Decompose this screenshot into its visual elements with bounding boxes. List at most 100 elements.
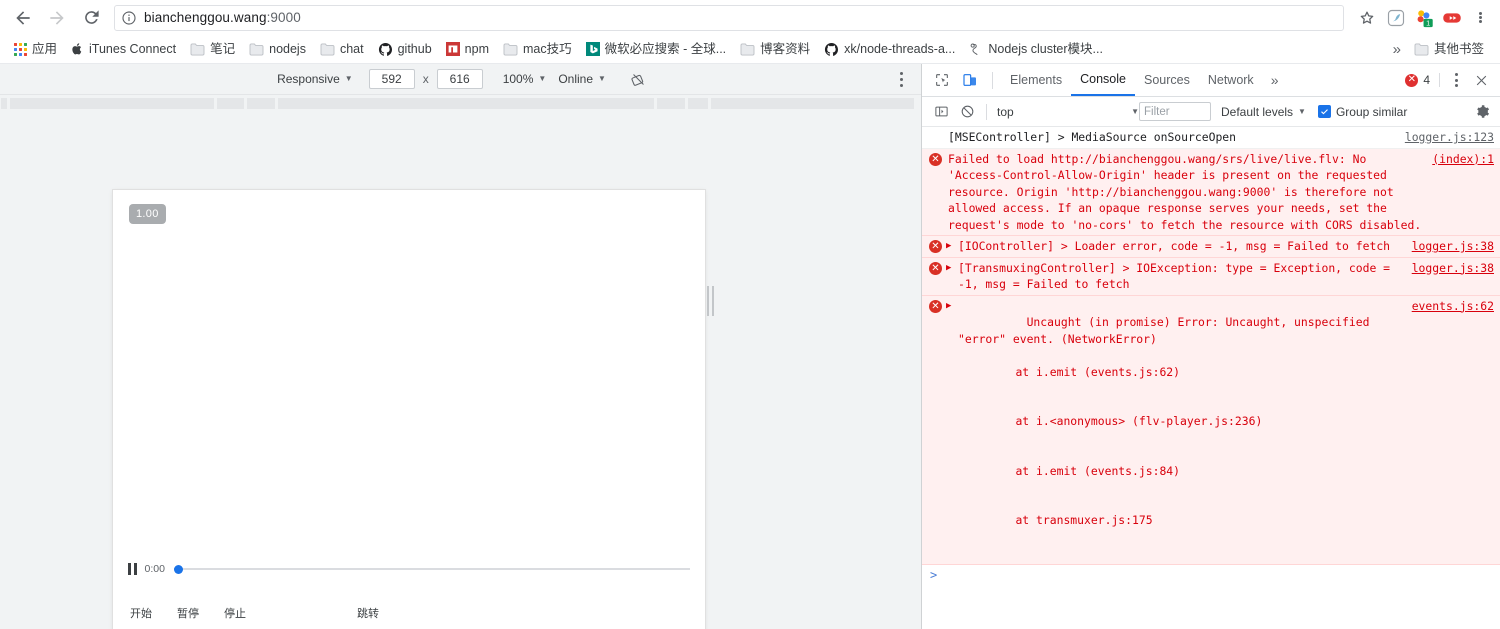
- more-tabs-button[interactable]: »: [1263, 72, 1287, 88]
- tab-label: Elements: [1010, 73, 1063, 87]
- tab-elements[interactable]: Elements: [1001, 64, 1071, 96]
- console-messages[interactable]: [MSEController] > MediaSource onSourceOp…: [922, 127, 1500, 629]
- console-message-text: Failed to load http://bianchenggou.wang/…: [948, 151, 1422, 232]
- group-similar-toggle[interactable]: Group similar: [1317, 105, 1407, 119]
- address-bar[interactable]: bianchenggou.wang:9000: [114, 4, 1344, 31]
- arrow-left-icon: [16, 10, 30, 25]
- seek-slider[interactable]: [173, 563, 690, 575]
- forward-button[interactable]: [40, 2, 74, 34]
- console-filter-input[interactable]: [1139, 102, 1211, 121]
- close-icon: [1476, 75, 1486, 85]
- device-viewport[interactable]: 1.00 0:00 开始 暂停 停止 跳转: [113, 190, 705, 629]
- devtools-close-button[interactable]: [1468, 67, 1494, 93]
- bookmark-item-nodejs[interactable]: nodejs: [243, 38, 312, 60]
- console-message-source[interactable]: logger.js:38: [1404, 260, 1494, 293]
- console-message-error-iocontroller[interactable]: ✕ ▶ [IOController] > Loader error, code …: [922, 236, 1500, 258]
- tab-sources[interactable]: Sources: [1135, 64, 1199, 96]
- console-levels-label: Default levels: [1221, 104, 1294, 119]
- address-bar-text: bianchenggou.wang:9000: [144, 10, 301, 25]
- bookmark-item-itunes-connect[interactable]: iTunes Connect: [65, 38, 182, 60]
- info-circle-icon[interactable]: [121, 10, 137, 26]
- console-message-source[interactable]: (index):1: [1424, 151, 1494, 234]
- bookmark-item-chat[interactable]: chat: [314, 38, 370, 60]
- tab-console[interactable]: Console: [1071, 64, 1135, 96]
- stack-frame[interactable]: at transmuxer.js:175: [958, 512, 1404, 529]
- chevron-down-icon: ▼: [1131, 106, 1139, 116]
- console-sidebar-button[interactable]: [928, 100, 954, 124]
- device-preset-select[interactable]: Responsive ▼: [271, 68, 359, 90]
- expand-arrow-icon[interactable]: ▶: [946, 261, 951, 275]
- stack-frame[interactable]: at i.<anonymous> (flv-player.js:236): [958, 413, 1404, 430]
- github-icon: [378, 42, 393, 57]
- bookmark-item-nodejs-cluster[interactable]: Nodejs cluster模块...: [963, 38, 1109, 60]
- stack-frame[interactable]: at i.emit (events.js:62): [958, 364, 1404, 381]
- media-query-ruler[interactable]: [0, 95, 921, 111]
- devtools-more-tools-button[interactable]: [1444, 67, 1468, 93]
- evernote-extension-icon[interactable]: [1382, 4, 1410, 32]
- browser-window: bianchenggou.wang:9000 1 应用 iTunes Conne…: [0, 0, 1500, 629]
- stop-button[interactable]: 停止: [222, 605, 248, 621]
- error-circle-icon: ✕: [929, 299, 942, 313]
- bookmark-item-bing[interactable]: 微软必应搜索 - 全球...: [580, 38, 733, 60]
- clear-console-button[interactable]: [954, 100, 980, 124]
- start-button[interactable]: 开始: [128, 605, 154, 621]
- error-count-badge[interactable]: ✕ 4: [1405, 73, 1440, 87]
- tab-label: Sources: [1143, 73, 1190, 87]
- console-context-select[interactable]: top ▼: [993, 105, 1139, 119]
- reload-button[interactable]: [74, 2, 108, 34]
- inspect-element-button[interactable]: [928, 67, 956, 93]
- expand-arrow-icon[interactable]: ▶: [946, 239, 951, 253]
- device-width-input[interactable]: 592: [368, 69, 415, 89]
- device-zoom-select[interactable]: 100% ▼: [497, 68, 553, 90]
- device-height-input[interactable]: 616: [436, 69, 483, 89]
- bookmark-apps[interactable]: 应用: [8, 38, 63, 60]
- bookmarks-overflow-button[interactable]: »: [1386, 41, 1408, 58]
- bookmark-other-bookmarks[interactable]: 其他书签: [1408, 38, 1490, 60]
- device-toolbar-more-button[interactable]: [891, 69, 911, 90]
- seek-button[interactable]: 跳转: [355, 605, 381, 621]
- bookmark-star-button[interactable]: [1352, 3, 1382, 33]
- bookmark-item-blog-materials[interactable]: 博客资料: [734, 38, 816, 60]
- tab-network[interactable]: Network: [1199, 64, 1263, 96]
- throttling-label: Online: [558, 72, 593, 86]
- bookmark-item-notes[interactable]: 笔记: [184, 38, 241, 60]
- balls-extension-icon[interactable]: 1: [1410, 4, 1438, 32]
- console-message-info[interactable]: [MSEController] > MediaSource onSourceOp…: [922, 127, 1500, 149]
- console-message-source[interactable]: logger.js:38: [1404, 238, 1494, 255]
- console-message-source[interactable]: events.js:62: [1404, 298, 1494, 562]
- player-button-row: 开始 暂停 停止 跳转: [113, 605, 705, 621]
- back-button[interactable]: [6, 2, 40, 34]
- clear-console-icon: [961, 105, 973, 118]
- console-levels-select[interactable]: Default levels ▼: [1221, 105, 1306, 119]
- console-message-text: [MSEController] > MediaSource onSourceOp…: [948, 130, 1237, 144]
- console-settings-button[interactable]: [1470, 100, 1494, 124]
- error-circle-icon: ✕: [929, 152, 942, 166]
- expand-arrow-icon[interactable]: ▶: [946, 299, 951, 313]
- video-downloader-extension-icon[interactable]: [1438, 4, 1466, 32]
- viewport-resize-handle[interactable]: [705, 284, 715, 318]
- console-message-error-cors[interactable]: ✕ Failed to load http://bianchenggou.wan…: [922, 148, 1500, 236]
- video-controls: 0:00: [113, 563, 705, 575]
- bookmark-item-github[interactable]: github: [372, 38, 438, 60]
- console-message-error-transmuxing[interactable]: ✕ ▶ [TransmuxingController] > IOExceptio…: [922, 257, 1500, 296]
- network-throttling-select[interactable]: Online ▼: [552, 68, 612, 90]
- bookmark-item-mac-tips[interactable]: mac技巧: [497, 38, 578, 60]
- toggle-device-toolbar-button[interactable]: [956, 67, 984, 93]
- chrome-menu-button[interactable]: [1466, 3, 1494, 33]
- console-message-error-uncaught[interactable]: ✕ ▶ Uncaught (in promise) Error: Uncaugh…: [922, 295, 1500, 565]
- seek-thumb[interactable]: [173, 564, 183, 574]
- rotate-device-button[interactable]: [628, 68, 650, 90]
- chevron-double-right-icon: »: [1392, 40, 1401, 58]
- console-message-source[interactable]: logger.js:123: [1397, 129, 1494, 146]
- folder-icon: [190, 42, 205, 56]
- console-prompt[interactable]: >: [922, 565, 1500, 582]
- seek-time-input[interactable]: [269, 606, 343, 620]
- device-preset-label: Responsive: [277, 72, 340, 86]
- stack-frame[interactable]: at i.emit (events.js:84): [958, 463, 1404, 480]
- console-message-headline: Uncaught (in promise) Error: Uncaught, u…: [958, 315, 1377, 346]
- bookmark-label: xk/node-threads-a...: [844, 41, 956, 56]
- pause-button[interactable]: 暂停: [175, 605, 201, 621]
- pause-icon[interactable]: [128, 563, 137, 575]
- bookmark-item-npm[interactable]: npm: [440, 38, 495, 60]
- bookmark-item-node-threads[interactable]: xk/node-threads-a...: [818, 38, 961, 60]
